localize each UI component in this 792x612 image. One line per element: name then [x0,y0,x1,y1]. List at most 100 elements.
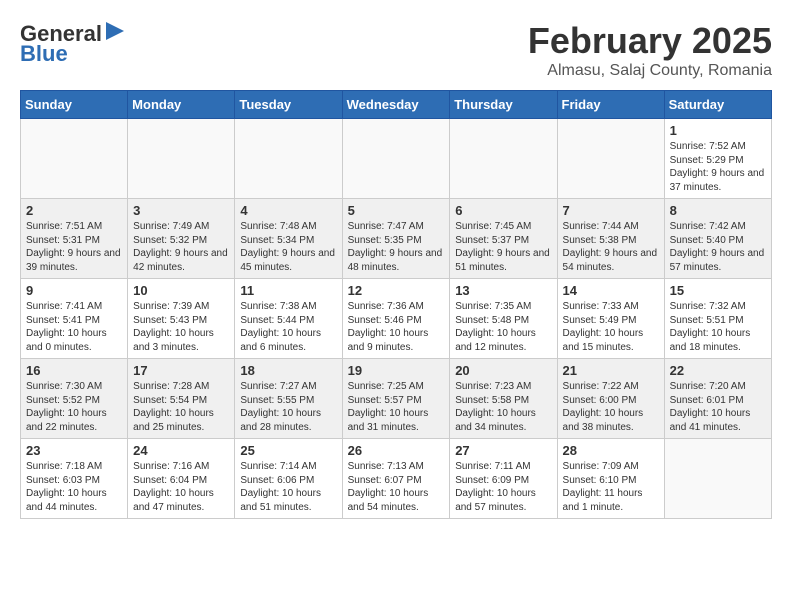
day-detail: Sunrise: 7:11 AM Sunset: 6:09 PM Dayligh… [455,460,551,514]
day-detail: Sunrise: 7:39 AM Sunset: 5:43 PM Dayligh… [133,300,229,354]
calendar-day-23: 23 Sunrise: 7:18 AM Sunset: 6:03 PM Dayli… [21,439,128,519]
calendar-day-11: 11Sunrise: 7:38 AM Sunset: 5:44 PM Dayli… [235,279,342,359]
calendar-day-7: 7 Sunrise: 7:44 AM Sunset: 5:38 PM Daylig… [557,199,664,279]
calendar-day-6: 6 Sunrise: 7:45 AM Sunset: 5:37 PM Daylig… [450,199,557,279]
day-number: 4 [240,203,336,218]
day-number: 25 [240,443,336,458]
day-number: 6 [455,203,551,218]
day-number: 5 [348,203,445,218]
day-number: 21 [563,363,659,378]
day-detail: Sunrise: 7:48 AM Sunset: 5:34 PM Dayligh… [240,220,336,274]
day-detail: Sunrise: 7:23 AM Sunset: 5:58 PM Dayligh… [455,380,551,434]
day-number: 16 [26,363,122,378]
day-number: 27 [455,443,551,458]
calendar-day-9: 9 Sunrise: 7:41 AM Sunset: 5:41 PM Daylig… [21,279,128,359]
page-header: General Blue February 2025 Almasu, Salaj… [20,20,772,80]
day-detail: Sunrise: 7:13 AM Sunset: 6:07 PM Dayligh… [348,460,445,514]
calendar-header-monday: Monday [128,91,235,119]
calendar-day-13: 13Sunrise: 7:35 AM Sunset: 5:48 PM Dayli… [450,279,557,359]
calendar-week-row: 16Sunrise: 7:30 AM Sunset: 5:52 PM Dayli… [21,359,772,439]
day-detail: Sunrise: 7:20 AM Sunset: 6:01 PM Dayligh… [670,380,766,434]
calendar-day-8: 8 Sunrise: 7:42 AM Sunset: 5:40 PM Daylig… [664,199,771,279]
calendar-header-friday: Friday [557,91,664,119]
day-detail: Sunrise: 7:44 AM Sunset: 5:38 PM Dayligh… [563,220,659,274]
day-detail: Sunrise: 7:52 AM Sunset: 5:29 PM Dayligh… [670,140,766,194]
calendar-day-17: 17 Sunrise: 7:28 AM Sunset: 5:54 PM Dayli… [128,359,235,439]
logo: General Blue [20,20,126,67]
calendar-header-wednesday: Wednesday [342,91,450,119]
calendar-day-1: 1 Sunrise: 7:52 AM Sunset: 5:29 PM Daylig… [664,119,771,199]
title-block: February 2025 Almasu, Salaj County, Roma… [528,20,772,80]
logo-arrow-icon [104,20,126,42]
day-number: 28 [563,443,659,458]
day-number: 26 [348,443,445,458]
day-number: 14 [563,283,659,298]
calendar-day-14: 14 Sunrise: 7:33 AM Sunset: 5:49 PM Dayli… [557,279,664,359]
day-number: 8 [670,203,766,218]
calendar-header-saturday: Saturday [664,91,771,119]
logo-blue-text: Blue [20,41,68,67]
calendar-day-26: 26 Sunrise: 7:13 AM Sunset: 6:07 PM Dayli… [342,439,450,519]
day-number: 20 [455,363,551,378]
calendar-day-empty [450,119,557,199]
calendar-header-row: SundayMondayTuesdayWednesdayThursdayFrid… [21,91,772,119]
calendar-day-21: 21 Sunrise: 7:22 AM Sunset: 6:00 PM Dayli… [557,359,664,439]
calendar-day-5: 5 Sunrise: 7:47 AM Sunset: 5:35 PM Daylig… [342,199,450,279]
calendar-header-tuesday: Tuesday [235,91,342,119]
calendar-day-28: 28 Sunrise: 7:09 AM Sunset: 6:10 PM Dayli… [557,439,664,519]
day-number: 7 [563,203,659,218]
day-number: 12 [348,283,445,298]
day-detail: Sunrise: 7:25 AM Sunset: 5:57 PM Dayligh… [348,380,445,434]
calendar-day-empty [557,119,664,199]
calendar-day-18: 18 Sunrise: 7:27 AM Sunset: 5:55 PM Dayli… [235,359,342,439]
day-detail: Sunrise: 7:18 AM Sunset: 6:03 PM Dayligh… [26,460,122,514]
calendar-day-empty [21,119,128,199]
day-number: 9 [26,283,122,298]
calendar-day-3: 3 Sunrise: 7:49 AM Sunset: 5:32 PM Daylig… [128,199,235,279]
day-number: 24 [133,443,229,458]
calendar-week-row: 9 Sunrise: 7:41 AM Sunset: 5:41 PM Daylig… [21,279,772,359]
day-number: 1 [670,123,766,138]
day-detail: Sunrise: 7:35 AM Sunset: 5:48 PM Dayligh… [455,300,551,354]
day-detail: Sunrise: 7:42 AM Sunset: 5:40 PM Dayligh… [670,220,766,274]
day-number: 22 [670,363,766,378]
day-number: 2 [26,203,122,218]
day-number: 23 [26,443,122,458]
day-detail: Sunrise: 7:47 AM Sunset: 5:35 PM Dayligh… [348,220,445,274]
day-detail: Sunrise: 7:32 AM Sunset: 5:51 PM Dayligh… [670,300,766,354]
month-title: February 2025 [528,20,772,62]
calendar-day-empty [342,119,450,199]
day-detail: Sunrise: 7:49 AM Sunset: 5:32 PM Dayligh… [133,220,229,274]
calendar-day-15: 15 Sunrise: 7:32 AM Sunset: 5:51 PM Dayli… [664,279,771,359]
day-detail: Sunrise: 7:22 AM Sunset: 6:00 PM Dayligh… [563,380,659,434]
calendar-week-row: 1 Sunrise: 7:52 AM Sunset: 5:29 PM Daylig… [21,119,772,199]
calendar-table: SundayMondayTuesdayWednesdayThursdayFrid… [20,90,772,519]
calendar-day-20: 20 Sunrise: 7:23 AM Sunset: 5:58 PM Dayli… [450,359,557,439]
calendar-day-empty [235,119,342,199]
day-number: 18 [240,363,336,378]
day-detail: Sunrise: 7:27 AM Sunset: 5:55 PM Dayligh… [240,380,336,434]
day-detail: Sunrise: 7:38 AM Sunset: 5:44 PM Dayligh… [240,300,336,354]
day-detail: Sunrise: 7:33 AM Sunset: 5:49 PM Dayligh… [563,300,659,354]
calendar-day-16: 16Sunrise: 7:30 AM Sunset: 5:52 PM Dayli… [21,359,128,439]
calendar-day-empty [664,439,771,519]
calendar-day-12: 12Sunrise: 7:36 AM Sunset: 5:46 PM Dayli… [342,279,450,359]
calendar-day-10: 10Sunrise: 7:39 AM Sunset: 5:43 PM Dayli… [128,279,235,359]
day-detail: Sunrise: 7:41 AM Sunset: 5:41 PM Dayligh… [26,300,122,354]
day-number: 17 [133,363,229,378]
day-detail: Sunrise: 7:51 AM Sunset: 5:31 PM Dayligh… [26,220,122,274]
calendar-day-22: 22 Sunrise: 7:20 AM Sunset: 6:01 PM Dayli… [664,359,771,439]
calendar-day-2: 2 Sunrise: 7:51 AM Sunset: 5:31 PM Daylig… [21,199,128,279]
day-detail: Sunrise: 7:14 AM Sunset: 6:06 PM Dayligh… [240,460,336,514]
calendar-week-row: 2 Sunrise: 7:51 AM Sunset: 5:31 PM Daylig… [21,199,772,279]
calendar-header-sunday: Sunday [21,91,128,119]
day-detail: Sunrise: 7:16 AM Sunset: 6:04 PM Dayligh… [133,460,229,514]
day-number: 15 [670,283,766,298]
day-detail: Sunrise: 7:45 AM Sunset: 5:37 PM Dayligh… [455,220,551,274]
calendar-header-thursday: Thursday [450,91,557,119]
day-detail: Sunrise: 7:09 AM Sunset: 6:10 PM Dayligh… [563,460,659,514]
day-detail: Sunrise: 7:28 AM Sunset: 5:54 PM Dayligh… [133,380,229,434]
calendar-day-25: 25 Sunrise: 7:14 AM Sunset: 6:06 PM Dayli… [235,439,342,519]
location-text: Almasu, Salaj County, Romania [528,62,772,80]
day-number: 3 [133,203,229,218]
